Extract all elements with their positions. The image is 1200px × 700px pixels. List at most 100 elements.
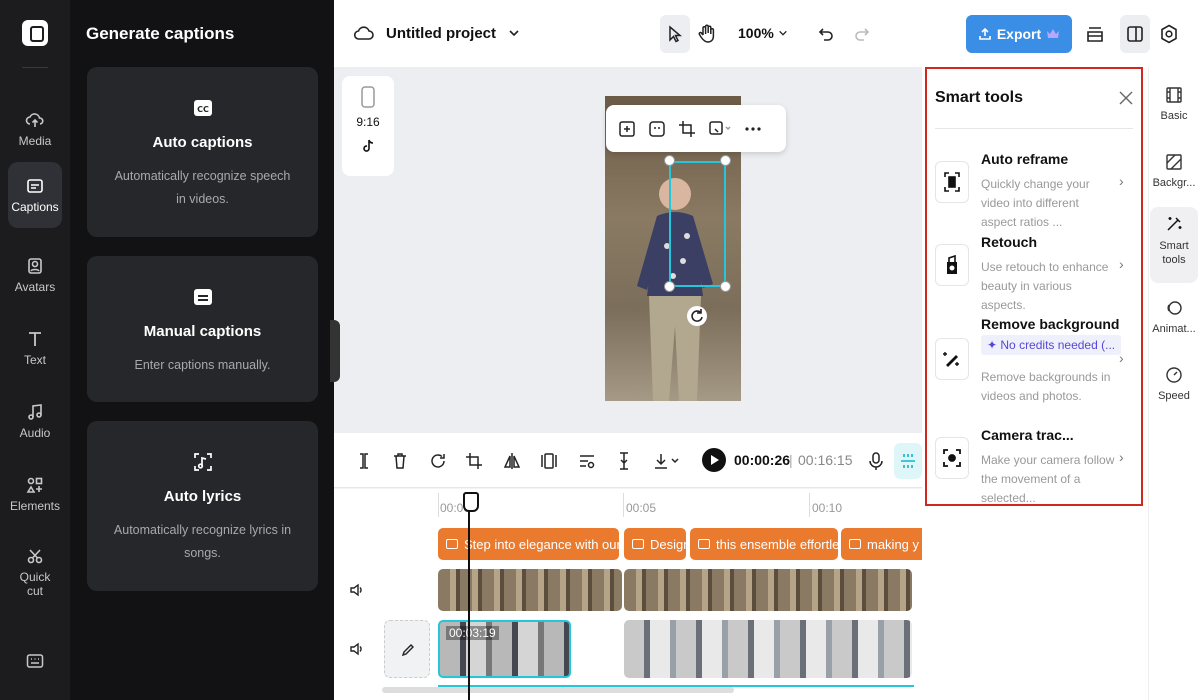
rail-item-quick-cut[interactable]: Quick cut	[8, 534, 62, 610]
redo-button[interactable]	[847, 15, 877, 53]
tool-description: Use retouch to enhance beauty in various…	[981, 260, 1109, 312]
rail-label: Audio	[19, 426, 51, 440]
selected-video-clip[interactable]: 00:03:19	[438, 620, 571, 678]
rail-item-media[interactable]: Media	[8, 96, 62, 162]
ruler-tick	[623, 493, 624, 517]
rail-item-speed[interactable]: Speed	[1150, 366, 1198, 402]
rail-label: Animat...	[1152, 323, 1196, 335]
rail-item-captions[interactable]: Captions	[8, 162, 62, 228]
play-button[interactable]	[702, 448, 726, 472]
film-icon	[1166, 87, 1182, 103]
rail-item-avatars[interactable]: Avatars	[8, 242, 62, 308]
manual-captions-card[interactable]: Manual captions Enter captions manually.	[87, 256, 318, 402]
rail-label: Basic	[1160, 110, 1188, 122]
track-progress-line	[438, 685, 914, 687]
avatar-icon	[28, 258, 42, 274]
card-description: Automatically recognize speech in videos…	[114, 169, 291, 206]
replay-icon[interactable]	[428, 451, 448, 471]
cloud-icon	[354, 26, 374, 40]
layout-toggle-button[interactable]	[1120, 15, 1150, 53]
split-icon[interactable]	[354, 451, 374, 471]
tool-description: Quickly change your video into different…	[981, 177, 1090, 229]
aspect-ratio-card[interactable]: 9:16	[342, 76, 394, 176]
resize-handle[interactable]	[664, 155, 675, 166]
resize-handle[interactable]	[664, 281, 675, 292]
select-tool-button[interactable]	[660, 15, 690, 53]
caption-clip[interactable]: Design	[624, 528, 686, 560]
rail-item-elements[interactable]: Elements	[8, 461, 62, 527]
zoom-dropdown[interactable]: 100%	[738, 25, 788, 41]
chevron-right-icon: ›	[1119, 350, 1124, 366]
close-icon[interactable]	[1118, 90, 1134, 106]
microphone-icon[interactable]	[866, 451, 886, 471]
crop-icon[interactable]	[678, 120, 696, 138]
undo-icon	[818, 28, 833, 41]
project-title-dropdown[interactable]: Untitled project	[354, 24, 532, 42]
total-time: 00:16:15	[798, 452, 853, 468]
time-separator: |	[789, 452, 793, 468]
speaker-icon[interactable]	[349, 582, 365, 598]
face-icon[interactable]	[648, 120, 666, 138]
rail-item-audio[interactable]: Audio	[8, 388, 62, 454]
app-logo[interactable]	[22, 20, 48, 46]
more-icon[interactable]	[744, 120, 762, 138]
rail-item-text[interactable]: Text	[8, 315, 62, 381]
speed-cut-icon[interactable]	[577, 451, 597, 471]
crop-icon[interactable]	[464, 451, 484, 471]
video-track-clip[interactable]	[624, 620, 912, 678]
add-clip-button[interactable]	[384, 620, 430, 678]
resize-handle[interactable]	[720, 281, 731, 292]
freeze-frame-icon[interactable]	[539, 451, 559, 471]
music-note-icon	[28, 404, 42, 420]
retouch-icon	[935, 244, 969, 286]
delete-icon[interactable]	[390, 451, 410, 471]
rail-item-animation[interactable]: Animat...	[1150, 299, 1198, 335]
subtitle-icon	[193, 289, 212, 305]
selection-box[interactable]	[669, 161, 726, 287]
playhead[interactable]	[463, 492, 479, 700]
storage-button[interactable]	[1080, 15, 1110, 53]
trim-icon[interactable]	[614, 451, 634, 471]
flip-icon[interactable]	[502, 451, 522, 471]
caption-clip-icon	[446, 539, 458, 549]
background-icon	[1166, 154, 1182, 170]
video-track-clip[interactable]	[624, 569, 912, 611]
panel-collapse-handle[interactable]	[330, 320, 340, 382]
add-image-icon[interactable]	[618, 120, 636, 138]
tool-auto-reframe[interactable]: Auto reframe Quickly change your video i…	[935, 151, 1133, 229]
auto-snap-toggle[interactable]	[894, 443, 922, 479]
zoom-level: 100%	[738, 25, 774, 41]
rail-label: Text	[23, 353, 46, 367]
timeline[interactable]: 00:00 00:05 00:10 Step into elegance wit…	[334, 489, 922, 700]
hand-tool-button[interactable]	[692, 15, 722, 53]
speaker-icon[interactable]	[349, 641, 365, 657]
caption-clip-text: Step into elegance with our G	[464, 536, 619, 552]
replace-icon[interactable]	[708, 120, 732, 138]
resize-handle[interactable]	[720, 155, 731, 166]
settings-button[interactable]	[1154, 15, 1184, 53]
export-button[interactable]: Export	[966, 15, 1072, 53]
auto-captions-card[interactable]: CC Auto captions Automatically recognize…	[87, 67, 318, 237]
magic-wand-icon	[1167, 217, 1182, 231]
rail-item-background[interactable]: Backgr...	[1150, 153, 1198, 189]
rotate-icon[interactable]	[686, 305, 708, 327]
keyboard-icon[interactable]	[26, 652, 44, 670]
caption-clip[interactable]: Step into elegance with our G	[438, 528, 619, 560]
rail-item-smart-tools[interactable]: Smart tools	[1150, 207, 1198, 283]
tool-camera-tracking[interactable]: Camera trac... Make your camera follow t…	[935, 427, 1133, 505]
hand-icon	[698, 24, 715, 43]
undo-button[interactable]	[811, 15, 841, 53]
upload-icon	[979, 27, 991, 40]
caption-clip[interactable]: this ensemble effortles	[690, 528, 838, 560]
chevron-right-icon: ›	[1119, 173, 1124, 189]
tool-retouch[interactable]: Retouch Use retouch to enhance beauty in…	[935, 234, 1133, 312]
download-icon[interactable]	[652, 451, 682, 471]
video-track-clip[interactable]	[438, 569, 622, 611]
rail-item-basic[interactable]: Basic	[1150, 86, 1198, 122]
cc-icon: CC	[193, 100, 212, 116]
tool-remove-background[interactable]: Remove background ✦ No credits needed (.…	[935, 316, 1133, 408]
caption-clip[interactable]: making y	[841, 528, 922, 560]
auto-lyrics-card[interactable]: Auto lyrics Automatically recognize lyri…	[87, 421, 318, 591]
timeline-scrollbar[interactable]	[382, 687, 734, 693]
ruler-mark: 00:05	[626, 501, 657, 515]
